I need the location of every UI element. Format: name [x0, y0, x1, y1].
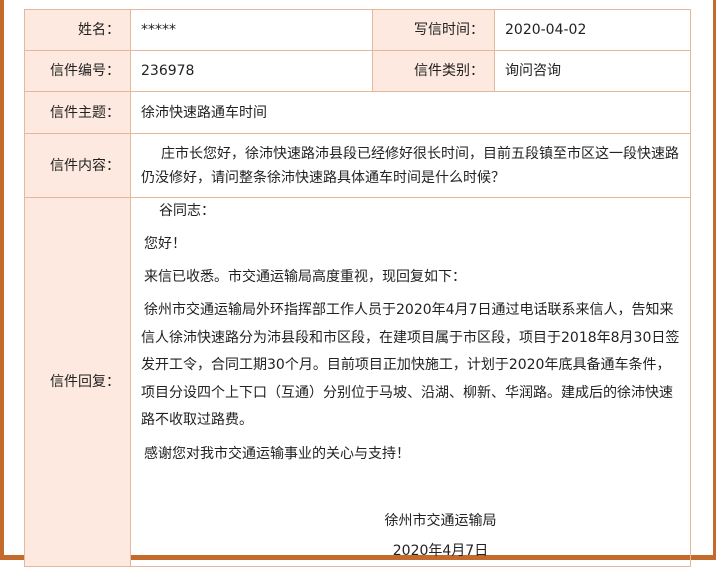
subject-value: 徐沛快速路通车时间: [130, 91, 691, 134]
row-number-type: 信件编号： 236978 信件类别： 询问咨询: [24, 50, 691, 92]
reply-greeting: 您好！: [144, 236, 186, 252]
content-label: 信件内容：: [24, 133, 131, 198]
reply-thanks: 感谢您对我市交通运输事业的关心与支持！: [144, 445, 410, 462]
frame-edge-left: [0, 0, 4, 560]
type-label: 信件类别：: [372, 50, 495, 92]
number-label: 信件编号：: [24, 50, 131, 92]
row-subject: 信件主题： 徐沛快速路通车时间: [24, 91, 691, 134]
number-value: 236978: [130, 50, 373, 92]
row-content: 信件内容： 庄市长您好，徐沛快速路沛县段已经修好很长时间，目前五段镇至市区这一段…: [24, 133, 691, 198]
reply-signature: 徐州市交通运输局: [384, 512, 497, 529]
name-value: *****: [130, 9, 373, 51]
content-value: 庄市长您好，徐沛快速路沛县段已经修好很长时间，目前五段镇至市区这一段快速路仍没修…: [130, 133, 691, 198]
reply-intro: 来信已收悉。市交通运输局高度重视，现回复如下：: [144, 269, 466, 285]
type-value: 询问咨询: [494, 50, 691, 92]
reply-label: 信件回复：: [24, 197, 131, 567]
name-label: 姓名：: [24, 9, 131, 51]
reply-salutation: 谷同志：: [159, 203, 215, 219]
letter-table: 姓名： ***** 写信时间： 2020-04-02 信件编号： 236978 …: [24, 9, 691, 567]
row-name-time: 姓名： ***** 写信时间： 2020-04-02: [24, 9, 691, 51]
reply-body: 徐州市交通运输局外环指挥部工作人员于2020年4月7日通过电话联系来信人，告知来…: [141, 302, 680, 428]
row-reply: 信件回复： 谷同志： 您好！ 来信已收悉。市交通运输局高度重视，现回复如下： 徐…: [24, 197, 691, 567]
reply-content: 谷同志： 您好！ 来信已收悉。市交通运输局高度重视，现回复如下： 徐州市交通运输…: [130, 197, 691, 567]
time-value: 2020-04-02: [494, 9, 691, 51]
subject-label: 信件主题：: [24, 91, 131, 134]
time-label: 写信时间：: [372, 9, 495, 51]
reply-date: 2020年4月7日: [392, 542, 489, 559]
letter-frame: 姓名： ***** 写信时间： 2020-04-02 信件编号： 236978 …: [0, 0, 716, 567]
